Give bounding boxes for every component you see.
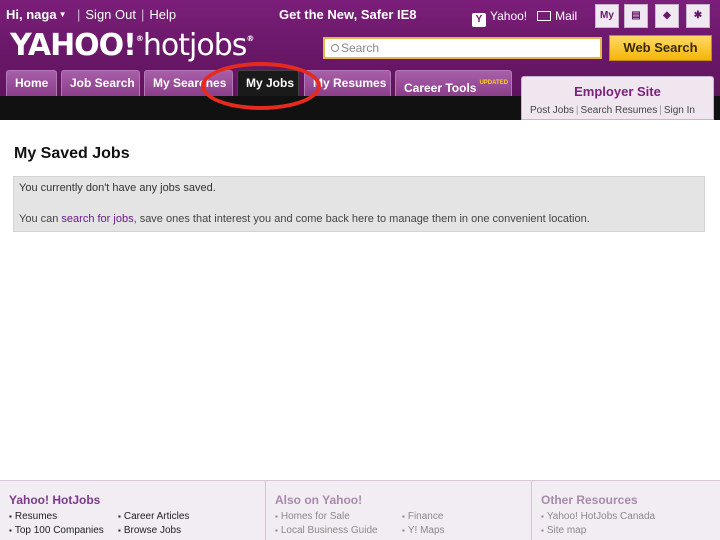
logo-yahoo: YAHOO! [10, 28, 137, 63]
footer-link[interactable]: Y! Maps [402, 525, 445, 536]
footer-link[interactable]: Homes for Sale [275, 511, 350, 522]
search-input[interactable]: Search [323, 37, 602, 59]
sign-out-link[interactable]: Sign Out [85, 7, 136, 22]
yahoo-links: Y Yahoo! Mail [472, 9, 577, 27]
footer-heading[interactable]: Yahoo! HotJobs [9, 493, 100, 507]
search-icon [331, 44, 339, 52]
footer-col-also-on-yahoo: Also on Yahoo! Homes for Sale Finance Lo… [265, 481, 531, 540]
ie8-promo-link[interactable]: Get the New, Safer IE8 [279, 7, 417, 22]
search-placeholder: Search [341, 41, 380, 55]
mail-link[interactable]: Mail [555, 9, 577, 23]
separator: | [77, 7, 81, 22]
highlight-circle [201, 62, 321, 110]
greeting-text: Hi, naga [6, 7, 57, 22]
employer-site-panel: Employer Site Post Jobs | Search Resumes | S… [521, 76, 714, 120]
footer-heading[interactable]: Other Resources [541, 493, 638, 507]
yahoo-icon: Y [472, 13, 486, 27]
my-yahoo-icon[interactable]: My [595, 4, 619, 28]
search-for-jobs-link[interactable]: search for jobs [61, 213, 133, 225]
sign-in-link[interactable]: Sign In [664, 105, 695, 116]
header-bar: Hi, naga ▼ | Sign Out | Help Get the New, Sa… [0, 0, 720, 120]
footer-heading[interactable]: Also on Yahoo! [275, 493, 362, 507]
tab-career-tools-label: Career Tools [404, 81, 477, 95]
help-link[interactable]: Help [149, 7, 176, 22]
footer-link[interactable]: Site map [541, 525, 586, 536]
mail-icon [537, 11, 552, 21]
notice-line: You currently don't have any jobs saved. [19, 182, 216, 194]
footer-link[interactable]: Yahoo! HotJobs Canada [541, 511, 655, 522]
registered-mark: ® [135, 34, 144, 43]
calendar-icon[interactable]: ▤ [624, 4, 648, 28]
notice-help-text: You can search for jobs, save ones that … [19, 213, 590, 225]
web-search-button[interactable]: Web Search [609, 35, 712, 61]
registered-mark: ® [246, 34, 254, 43]
footer: Yahoo! HotJobs Resumes Career Articles T… [0, 480, 720, 540]
yahoo-link[interactable]: Yahoo! [490, 9, 527, 23]
footer-link[interactable]: Resumes [9, 511, 57, 522]
tab-career-tools[interactable]: Career Tools UPDATED [395, 70, 512, 96]
employer-site-link[interactable]: Employer Site [522, 84, 713, 99]
logo-hotjobs: hotjobs [142, 28, 247, 63]
tab-home[interactable]: Home [6, 70, 57, 96]
games-icon[interactable]: ◆ [655, 4, 679, 28]
puzzle-icon[interactable]: ✱ [686, 4, 710, 28]
notice-suffix: , save ones that interest you and come b… [133, 213, 590, 225]
footer-col-hotjobs: Yahoo! HotJobs Resumes Career Articles T… [0, 481, 265, 540]
account-links: | Sign Out | Help [72, 7, 176, 22]
footer-link[interactable]: Browse Jobs [118, 525, 181, 536]
separator: | [575, 105, 579, 116]
hotjobs-logo[interactable]: YAHOO!®hotjobs® [10, 28, 254, 63]
employer-links: Post Jobs | Search Resumes | Sign In [530, 105, 695, 116]
footer-link[interactable]: Top 100 Companies [9, 525, 104, 536]
caret-down-icon: ▼ [58, 10, 67, 19]
footer-col-other-resources: Other Resources Yahoo! HotJobs Canada Si… [531, 481, 720, 540]
post-jobs-link[interactable]: Post Jobs [530, 105, 574, 116]
empty-notice: You currently don't have any jobs saved.… [13, 176, 705, 232]
footer-link[interactable]: Local Business Guide [275, 525, 378, 536]
footer-link[interactable]: Finance [402, 511, 444, 522]
separator: | [659, 105, 662, 116]
notice-prefix: You can [19, 213, 62, 225]
tab-job-search[interactable]: Job Search [61, 70, 140, 96]
updated-badge: UPDATED [479, 80, 509, 86]
page-title: My Saved Jobs [14, 145, 130, 162]
separator: | [140, 7, 145, 22]
user-menu[interactable]: Hi, naga ▼ [6, 7, 67, 22]
search-resumes-link[interactable]: Search Resumes [581, 105, 658, 116]
footer-link[interactable]: Career Articles [118, 511, 190, 522]
page: Hi, naga ▼ | Sign Out | Help Get the New, Sa… [0, 0, 720, 540]
